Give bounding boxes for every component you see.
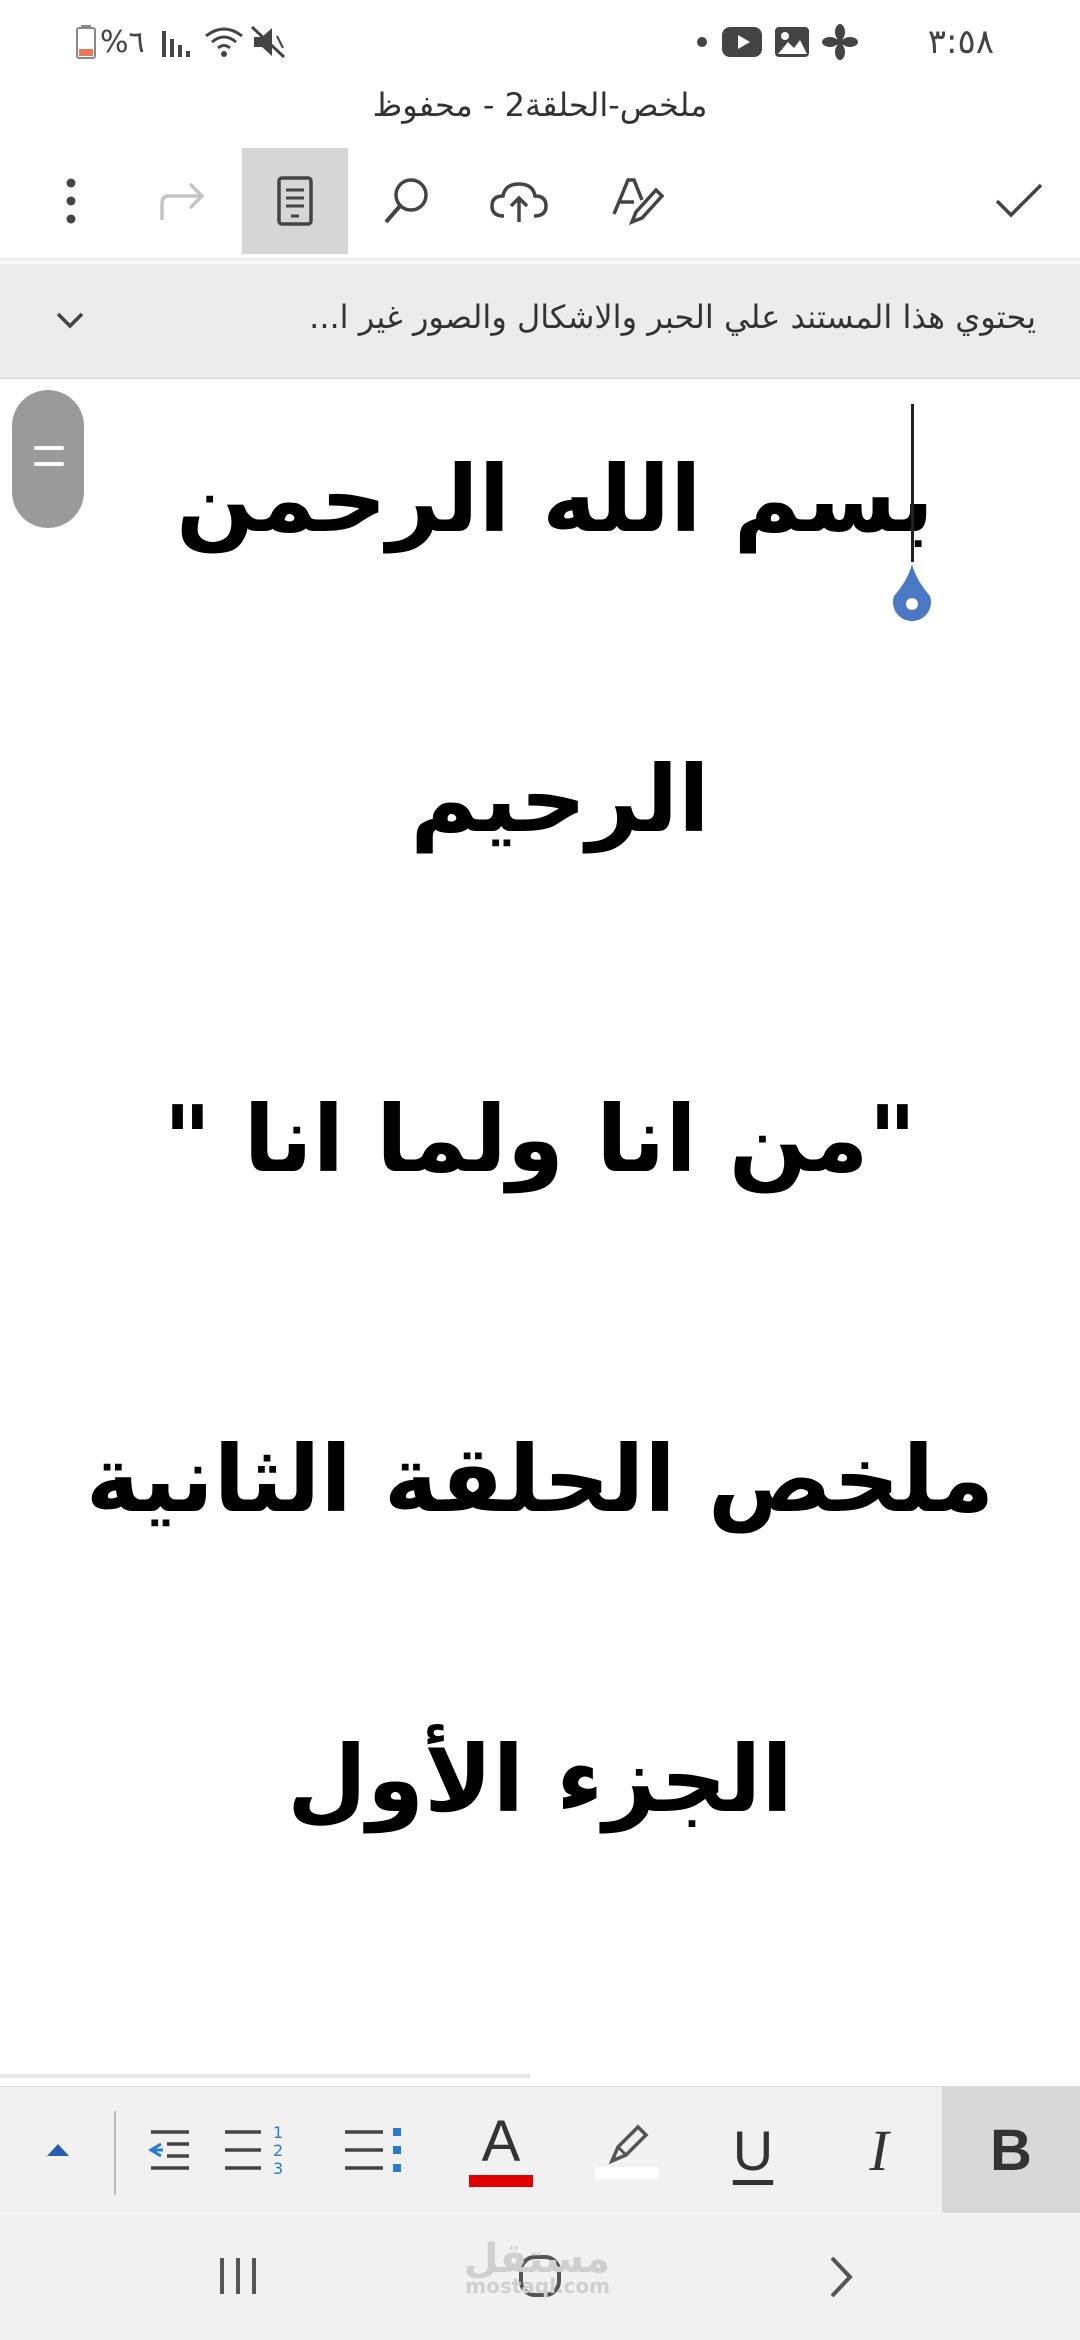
- highlighter-icon: [608, 2124, 649, 2165]
- save-cloud-icon[interactable]: [466, 148, 572, 254]
- draw-pen-icon[interactable]: [584, 148, 690, 254]
- status-bar: ٣:٥٨ %٦: [0, 0, 1080, 84]
- signal-icon: [160, 18, 194, 66]
- top-toolbar: [0, 148, 1080, 254]
- chevron-down-icon[interactable]: [50, 300, 90, 340]
- highlight-color-swatch: [595, 2167, 659, 2179]
- list-number-1: 1: [273, 2123, 283, 2142]
- notification-text: يحتوي هذا المستند علي الحبر والاشكال وال…: [309, 298, 1036, 336]
- numbered-list-icon[interactable]: 123: [200, 2087, 310, 2213]
- toolbar-separator: [114, 2111, 116, 2195]
- mute-icon: [250, 18, 286, 66]
- content-line-2: الرحيم: [410, 746, 710, 853]
- gallery-icon: [774, 18, 810, 66]
- text-cursor: [911, 404, 914, 562]
- battery-percent: %٦: [100, 24, 145, 60]
- dot-icon: [696, 18, 708, 66]
- watermark-sub: mostaql.com: [465, 2274, 610, 2298]
- list-number-3: 3: [273, 2159, 283, 2178]
- status-time: ٣:٥٨: [927, 22, 994, 62]
- mobile-view-icon[interactable]: [242, 148, 348, 254]
- wifi-icon: [204, 18, 244, 66]
- highlight-button[interactable]: [572, 2087, 682, 2213]
- content-line-3: "من انا ولما انا ": [163, 1086, 917, 1193]
- underline-button[interactable]: U: [698, 2087, 808, 2213]
- battery-icon: [76, 18, 96, 66]
- bold-label: B: [990, 2117, 1032, 2183]
- notification-bar[interactable]: يحتوي هذا المستند علي الحبر والاشكال وال…: [0, 264, 1080, 379]
- page-edge: [0, 2074, 530, 2078]
- italic-label: I: [869, 2117, 889, 2183]
- italic-button[interactable]: I: [824, 2087, 934, 2213]
- bold-button[interactable]: B: [942, 2087, 1080, 2213]
- font-color-button[interactable]: A: [446, 2087, 556, 2213]
- youtube-icon: [722, 18, 762, 66]
- content-line-4: ملخص الحلقة الثانية: [85, 1426, 995, 1533]
- font-color-letter: A: [481, 2109, 521, 2174]
- back-icon[interactable]: [826, 2254, 856, 2304]
- search-icon[interactable]: [354, 148, 460, 254]
- formatting-toolbar: 123 A U I B: [0, 2086, 1080, 2213]
- done-check-icon[interactable]: [966, 148, 1072, 254]
- cursor-drag-handle-icon[interactable]: [888, 562, 936, 628]
- bulleted-list-icon[interactable]: [320, 2087, 430, 2213]
- more-options-icon[interactable]: [18, 148, 124, 254]
- underline-label: U: [732, 2118, 774, 2182]
- expand-toolbar-icon[interactable]: [4, 2087, 112, 2213]
- fan-icon: [822, 18, 858, 66]
- document-title: ملخص-الحلقة2 - محفوظ: [372, 86, 708, 124]
- list-number-2: 2: [273, 2141, 283, 2160]
- redo-icon[interactable]: [130, 148, 236, 254]
- document-canvas[interactable]: بسم الله الرحمن الرحيم "من انا ولما انا …: [0, 380, 1080, 2080]
- watermark: مستقل mostaql.com: [464, 2236, 610, 2298]
- scroll-handle[interactable]: [12, 390, 84, 528]
- content-line-5: الجزء الأول: [287, 1726, 793, 1833]
- recent-apps-icon[interactable]: [216, 2256, 260, 2300]
- font-color-swatch: [469, 2175, 533, 2187]
- content-line-1: بسم الله الرحمن: [176, 446, 934, 553]
